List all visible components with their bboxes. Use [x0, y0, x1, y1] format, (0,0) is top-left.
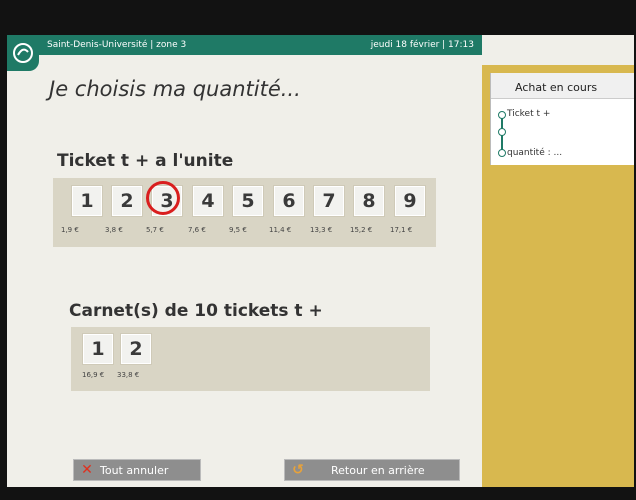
qty-6-button[interactable]: 6 [274, 186, 304, 216]
step-dot-icon [498, 149, 506, 157]
qty-4-button[interactable]: 4 [193, 186, 223, 216]
date-time: jeudi 18 février | 17:13 [370, 40, 474, 50]
step-dot-icon [498, 128, 506, 136]
single-ticket-title: Ticket t + a l'unite [57, 151, 234, 171]
price-5: 9,5 € [229, 226, 247, 234]
carnet-title: Carnet(s) de 10 tickets t + [69, 301, 323, 321]
qty-2-button[interactable]: 2 [112, 186, 142, 216]
qty-7-button[interactable]: 7 [314, 186, 344, 216]
carnet-qty-1-button[interactable]: 1 [83, 334, 113, 364]
step-dot-icon [498, 111, 506, 119]
price-7: 13,3 € [310, 226, 333, 234]
undo-arrow-icon: ↺ [292, 462, 304, 478]
qty-9-button[interactable]: 9 [395, 186, 425, 216]
purchase-sidebar: Achat en cours Ticket t + quantité : ... [482, 65, 634, 487]
station-location: Saint-Denis-Université | zone 3 [47, 40, 187, 50]
ratp-logo-icon [7, 35, 39, 71]
carnet-price-1: 16,9 € [82, 371, 105, 379]
back-label: Retour en arrière [331, 463, 425, 477]
single-ticket-options: 1 2 3 4 5 6 7 8 9 1,9 € 3,8 € 5,7 € 7,6 … [53, 178, 436, 247]
qty-8-button[interactable]: 8 [354, 186, 384, 216]
price-8: 15,2 € [350, 226, 373, 234]
qty-5-button[interactable]: 5 [233, 186, 263, 216]
carnet-options: 1 2 16,9 € 33,8 € [71, 327, 430, 391]
carnet-price-2: 33,8 € [117, 371, 140, 379]
step-ticket: Ticket t + [507, 109, 551, 119]
step-quantity: quantité : ... [507, 148, 563, 158]
qty-3-button[interactable]: 3 [152, 186, 182, 216]
price-3: 5,7 € [146, 226, 164, 234]
price-1: 1,9 € [61, 226, 79, 234]
status-bar: Saint-Denis-Université | zone 3 jeudi 18… [7, 35, 482, 55]
carnet-qty-2-button[interactable]: 2 [121, 334, 151, 364]
page-title: Je choisis ma quantité... [49, 77, 301, 101]
price-6: 11,4 € [269, 226, 292, 234]
kiosk-screen: Saint-Denis-Université | zone 3 jeudi 18… [7, 35, 634, 487]
cancel-all-label: Tout annuler [100, 463, 169, 477]
close-icon: ✕ [81, 462, 93, 478]
qty-1-button[interactable]: 1 [72, 186, 102, 216]
price-2: 3,8 € [105, 226, 123, 234]
summary-title: Achat en cours [491, 73, 634, 99]
purchase-summary: Achat en cours Ticket t + quantité : ... [490, 73, 634, 165]
price-4: 7,6 € [188, 226, 206, 234]
cancel-all-button[interactable]: ✕ Tout annuler [73, 459, 201, 481]
price-9: 17,1 € [390, 226, 413, 234]
back-button[interactable]: ↺ Retour en arrière [284, 459, 460, 481]
